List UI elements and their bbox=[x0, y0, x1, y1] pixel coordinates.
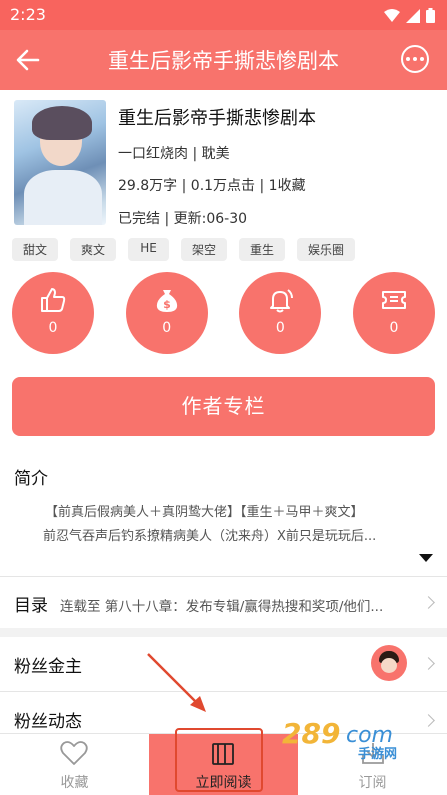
annotation-arrow-icon bbox=[147, 653, 206, 712]
intro-heading: 简介 bbox=[14, 469, 48, 489]
like-count: 0 bbox=[48, 320, 58, 336]
svg-text:$: $ bbox=[163, 298, 171, 311]
author-column-button[interactable]: 作者专栏 bbox=[12, 377, 435, 436]
toc-latest-chapter: 连载至 第八十八章：发布专辑/赢得热搜和奖项/他们... bbox=[60, 599, 384, 615]
book-author-genre: 一口红烧肉 | 耽美 bbox=[118, 146, 230, 162]
toc-row[interactable]: 目录 连载至 第八十八章：发布专辑/赢得热搜和奖项/他们... bbox=[0, 578, 447, 628]
status-time: 2:23 bbox=[10, 5, 46, 24]
expand-triangle-icon[interactable] bbox=[419, 554, 433, 562]
book-title: 重生后影帝手撕悲惨剧本 bbox=[118, 108, 316, 129]
heart-icon bbox=[60, 741, 88, 765]
toc-label: 目录 bbox=[14, 596, 48, 616]
section-gap bbox=[0, 628, 447, 637]
intro-text-line: 【前真后假病美人＋真阴鸷大佬】【重生＋马甲＋爽文】 bbox=[45, 505, 364, 520]
status-icons bbox=[384, 8, 435, 23]
fans-activity-label: 粉丝动态 bbox=[14, 712, 82, 732]
remind-count: 0 bbox=[275, 320, 285, 336]
chevron-right-icon bbox=[422, 596, 435, 609]
avatar bbox=[371, 645, 407, 681]
collect-label: 收藏 bbox=[60, 775, 89, 791]
watermark-number: 289 bbox=[282, 717, 340, 750]
action-buttons: 0 $ 0 0 0 bbox=[12, 272, 435, 354]
money-bag-icon: $ bbox=[156, 290, 177, 312]
tag-chip[interactable]: 爽文 bbox=[70, 238, 116, 261]
watermark-text: 手游网 bbox=[358, 746, 397, 760]
divider bbox=[0, 576, 447, 577]
fans-patron-label: 粉丝金主 bbox=[14, 657, 82, 677]
book-stats: 29.8万字 | 0.1万点击 | 1收藏 bbox=[118, 178, 306, 194]
site-watermark-logo: 289 com 手游网 bbox=[282, 717, 397, 760]
signal-icon bbox=[406, 8, 420, 23]
tag-chip[interactable]: 甜文 bbox=[12, 238, 58, 261]
page-title: 重生后影帝手撕悲惨剧本 bbox=[108, 49, 339, 73]
arrow-left-icon[interactable] bbox=[14, 46, 42, 74]
book-cover bbox=[14, 100, 106, 225]
book-status: 已完结 | 更新:06-30 bbox=[118, 211, 248, 227]
ticket-count: 0 bbox=[389, 320, 399, 336]
tag-list: 甜文 爽文 HE 架空 重生 娱乐圈 bbox=[12, 238, 355, 261]
ticket-button[interactable]: 0 bbox=[352, 272, 435, 354]
collect-tab[interactable]: 收藏 bbox=[0, 734, 149, 795]
status-bar: 2:23 bbox=[0, 0, 447, 30]
tag-chip[interactable]: 娱乐圈 bbox=[297, 238, 355, 261]
reward-button[interactable]: $ 0 bbox=[125, 272, 208, 354]
tag-chip[interactable]: 架空 bbox=[181, 238, 227, 261]
ticket-icon bbox=[381, 291, 406, 309]
tag-chip[interactable]: HE bbox=[128, 238, 169, 261]
remind-button[interactable]: 0 bbox=[239, 272, 322, 354]
wifi-icon bbox=[384, 8, 400, 22]
annotation-highlight-box bbox=[175, 728, 263, 792]
like-button[interactable]: 0 bbox=[12, 272, 94, 354]
bell-icon bbox=[270, 289, 294, 313]
watermark-suffix: com bbox=[346, 723, 393, 748]
thumbs-up-icon bbox=[41, 288, 66, 312]
fans-patron-row[interactable]: 粉丝金主 bbox=[0, 639, 447, 689]
app-bar: 重生后影帝手撕悲惨剧本 bbox=[0, 30, 447, 90]
chevron-right-icon bbox=[422, 657, 435, 670]
subscribe-label: 订阅 bbox=[358, 775, 387, 791]
reward-count: 0 bbox=[162, 320, 172, 336]
intro-text-line: 前忍气吞声后钓系撩精病美人（沈来舟）X前只是玩玩后... bbox=[43, 529, 377, 544]
tag-chip[interactable]: 重生 bbox=[239, 238, 285, 261]
battery-icon bbox=[426, 8, 435, 23]
more-horizontal-icon[interactable] bbox=[401, 45, 429, 73]
